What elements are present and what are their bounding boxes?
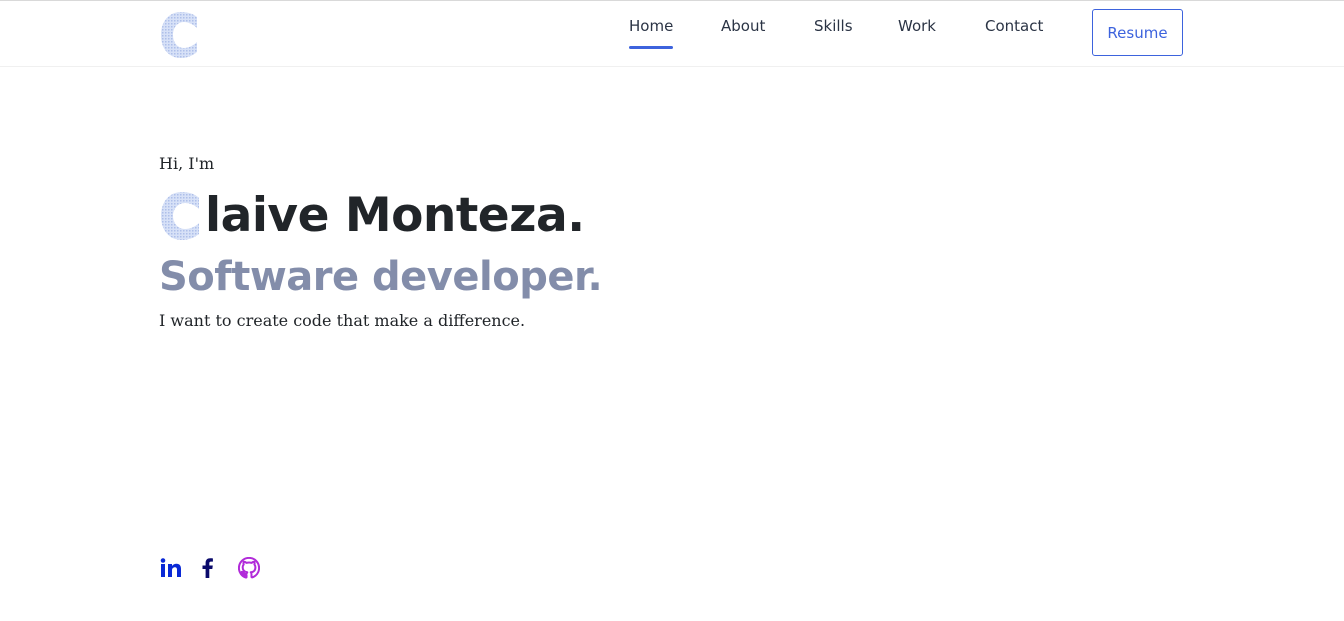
hero-section: Hi, I'm laive Monteza. Software develope…	[159, 152, 859, 332]
hero-name: laive Monteza.	[159, 188, 859, 244]
nav-work[interactable]: Work	[898, 17, 936, 49]
nav-about[interactable]: About	[721, 17, 765, 49]
hero-name-text: laive Monteza.	[205, 188, 585, 243]
nav-contact[interactable]: Contact	[985, 17, 1043, 49]
github-icon[interactable]	[238, 555, 260, 581]
nav-home[interactable]: Home	[629, 17, 674, 49]
site-header: Home About Skills Work Contact Resume	[0, 1, 1344, 67]
hero-greeting: Hi, I'm	[159, 154, 215, 173]
social-links	[159, 555, 260, 581]
hero-tagline: I want to create code that make a differ…	[159, 311, 526, 330]
name-initial-c-icon	[159, 191, 205, 241]
facebook-icon[interactable]	[200, 555, 214, 581]
nav-skills[interactable]: Skills	[814, 17, 853, 49]
resume-button[interactable]: Resume	[1092, 9, 1183, 56]
linkedin-icon[interactable]	[159, 555, 183, 581]
hero-role: Software developer.	[159, 254, 603, 300]
